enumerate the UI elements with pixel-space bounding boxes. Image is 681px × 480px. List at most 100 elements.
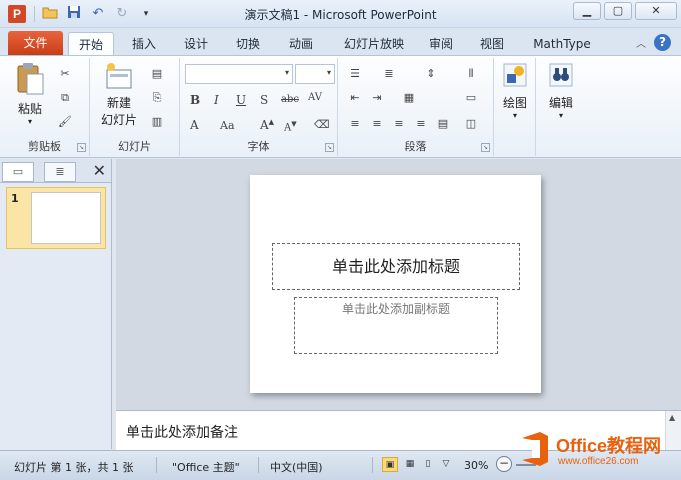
slides-group-label: 幻灯片 [118, 140, 151, 153]
group-paragraph: ☰ ≣ ⇕ ⫴ ⇤ ⇥ ▦ ▭ ≡ ≡ ≡ ≡ ▤ ◫ 段落 ↘ [338, 58, 494, 156]
editing-button[interactable]: 编辑 ▾ [542, 62, 580, 120]
paragraph-group-label: 段落 [404, 140, 427, 153]
slideshow-view-icon[interactable]: ▽ [438, 457, 454, 472]
group-drawing[interactable]: 绘图 ▾ [494, 58, 536, 156]
paste-icon [15, 62, 45, 95]
tab-mathtype[interactable]: MathType [524, 32, 600, 56]
tab-slideshow[interactable]: 幻灯片放映 [335, 32, 413, 56]
line-spacing-icon[interactable]: ⇕ [422, 66, 440, 82]
language-status[interactable]: 中文(中国) [270, 459, 323, 475]
new-slide-icon [104, 62, 134, 94]
help-icon[interactable]: ? [654, 34, 671, 51]
office-logo-icon [522, 432, 548, 466]
slide-editor: 单击此处添加标题 单击此处添加副标题 [116, 159, 681, 410]
numbering-icon[interactable]: ≣ [380, 66, 398, 82]
tab-review[interactable]: 审阅 [421, 32, 461, 56]
align-text-icon[interactable]: ▭ [462, 90, 480, 106]
zoom-out-icon[interactable]: − [496, 456, 512, 472]
font-size-select[interactable]: ▾ [295, 64, 335, 84]
status-separator [156, 457, 157, 473]
tab-file[interactable]: 文件 [8, 31, 63, 56]
outline-tab-icon[interactable]: ≣ [44, 162, 76, 182]
drawing-label: 绘图 [502, 96, 527, 110]
tab-design[interactable]: 设计 [176, 32, 216, 56]
watermark-brand: Office教程网 [556, 436, 662, 456]
shadow-icon[interactable]: S [260, 93, 268, 107]
grow-font-icon[interactable]: A▲ [260, 118, 274, 132]
layout-icon[interactable]: ▤ [148, 66, 166, 82]
watermark: Office教程网 www.office26.com [518, 430, 678, 474]
align-left-icon[interactable]: ≡ [346, 116, 364, 132]
normal-view-icon[interactable]: ▣ [382, 457, 398, 472]
change-case-icon[interactable]: Aa [220, 119, 235, 132]
tab-transitions[interactable]: 切换 [228, 32, 268, 56]
new-slide-label-2: 幻灯片 [100, 113, 137, 127]
zoom-level[interactable]: 30% [464, 459, 488, 472]
new-slide-button[interactable]: 新建 幻灯片 [94, 62, 144, 128]
slide-sorter-icon[interactable]: ▦ [402, 457, 418, 472]
drawing-button[interactable]: 绘图 ▾ [498, 62, 532, 120]
cut-icon[interactable]: ✂ [56, 66, 74, 82]
minimize-icon[interactable]: ▁ [573, 2, 601, 20]
strikethrough-icon[interactable]: abc [281, 94, 299, 105]
font-color-icon[interactable]: A [190, 118, 199, 132]
editing-dropdown-icon: ▾ [558, 111, 563, 120]
font-launcher-icon[interactable]: ↘ [325, 143, 334, 152]
thumbnail-number: 1 [11, 192, 19, 205]
section-icon[interactable]: ▥ [148, 114, 166, 130]
minimize-ribbon-icon[interactable]: ︿ [636, 35, 646, 50]
paragraph-launcher-icon[interactable]: ↘ [481, 143, 490, 152]
theme-status[interactable]: "Office 主题" [172, 459, 240, 475]
tab-animations[interactable]: 动画 [281, 32, 321, 56]
group-font: ▾ ▾ B I U S abc AV A Aa A▲ A▼ ⌫ 字体 ↘ [180, 58, 338, 156]
title-bar: P ↶ ↻ ▾ 演示文稿1 - Microsoft PowerPoint ▁ ▢… [0, 0, 681, 28]
drawing-dropdown-icon: ▾ [512, 111, 517, 120]
maximize-icon[interactable]: ▢ [604, 2, 632, 20]
clear-format-icon[interactable]: ⌫ [314, 118, 330, 131]
slide[interactable]: 单击此处添加标题 单击此处添加副标题 [250, 175, 541, 393]
close-pane-icon[interactable]: ✕ [93, 161, 106, 180]
columns-icon[interactable]: ⫴ [462, 66, 480, 82]
notes-placeholder[interactable]: 单击此处添加备注 [126, 422, 238, 442]
font-group-label: 字体 [247, 140, 270, 153]
decrease-indent-icon[interactable]: ⇤ [346, 90, 364, 106]
scroll-up-icon[interactable]: ▲ [669, 413, 675, 422]
increase-indent-icon[interactable]: ⇥ [368, 90, 386, 106]
text-direction-icon[interactable]: ▦ [400, 90, 418, 106]
ribbon-tabs: 文件 开始 插入 设计 切换 动画 幻灯片放映 审阅 视图 MathType ︿… [0, 28, 681, 56]
tab-home[interactable]: 开始 [68, 32, 114, 56]
pane-tabs: ▭ ≣ ✕ [0, 159, 111, 183]
format-painter-icon[interactable]: 🖌 [56, 114, 74, 130]
paste-button[interactable]: 粘贴 ▾ [10, 62, 50, 126]
underline-icon[interactable]: U [236, 93, 246, 107]
copy-icon[interactable]: ⧉ [56, 90, 74, 106]
new-slide-label-1: 新建 [106, 96, 131, 110]
window-controls: ▁ ▢ ✕ [573, 2, 677, 20]
clipboard-launcher-icon[interactable]: ↘ [77, 143, 86, 152]
distributed-icon[interactable]: ▤ [434, 116, 452, 132]
align-center-icon[interactable]: ≡ [368, 116, 386, 132]
slide-thumbnail-1[interactable]: 1 [6, 187, 106, 249]
smartart-icon[interactable]: ◫ [462, 116, 480, 132]
editing-label: 编辑 [548, 96, 573, 110]
bullets-icon[interactable]: ☰ [346, 66, 364, 82]
subtitle-placeholder[interactable]: 单击此处添加副标题 [294, 297, 498, 354]
justify-icon[interactable]: ≡ [412, 116, 430, 132]
tab-view[interactable]: 视图 [472, 32, 512, 56]
reading-view-icon[interactable]: ▯ [420, 457, 436, 472]
slides-tab-icon[interactable]: ▭ [2, 162, 34, 182]
italic-icon[interactable]: I [214, 93, 219, 107]
reset-icon[interactable]: ⎘ [148, 90, 166, 106]
clipboard-group-label: 剪贴板 [28, 140, 61, 153]
bold-icon[interactable]: B [190, 93, 200, 107]
group-editing[interactable]: 编辑 ▾ [536, 58, 586, 156]
group-slides: 新建 幻灯片 ▤ ⎘ ▥ 幻灯片 [90, 58, 180, 156]
align-right-icon[interactable]: ≡ [390, 116, 408, 132]
char-spacing-icon[interactable]: AV [308, 92, 322, 103]
close-icon[interactable]: ✕ [635, 2, 677, 20]
title-placeholder[interactable]: 单击此处添加标题 [272, 243, 520, 290]
font-name-select[interactable]: ▾ [185, 64, 293, 84]
tab-insert[interactable]: 插入 [124, 32, 164, 56]
status-separator [372, 457, 373, 473]
shrink-font-icon[interactable]: A▼ [284, 120, 297, 133]
